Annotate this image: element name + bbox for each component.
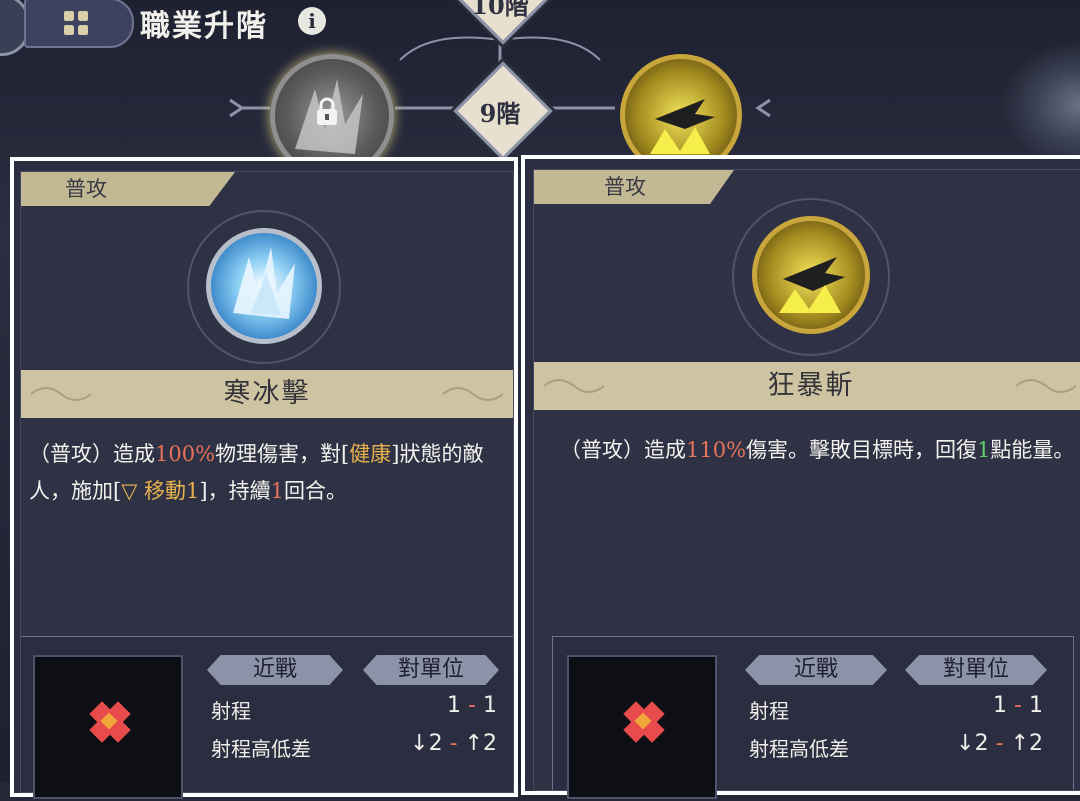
range-pattern-icon	[623, 701, 665, 743]
skill-card-right[interactable]: 普攻 狂暴斬 （普攻）造成110%傷害。擊敗目標時，回復1點能量。 近戰 對單位…	[521, 155, 1080, 799]
damage-value: 110%	[686, 438, 747, 462]
desc-text: （普攻）造成	[29, 442, 155, 466]
target-type-pill: 對單位	[363, 655, 499, 685]
skill-description: （普攻）造成110%傷害。擊敗目標時，回復1點能量。	[560, 432, 1076, 469]
status-keyword: 健康	[349, 442, 392, 466]
desc-text: 傷害。擊敗目標時，回復	[746, 438, 978, 462]
height-min: ↓2	[410, 731, 443, 756]
tier-label-10: 10階	[471, 0, 529, 20]
range-label: 射程	[749, 699, 789, 723]
range-label: 射程	[211, 699, 251, 723]
range-pattern-icon	[89, 701, 131, 743]
skill-type-tag: 普攻	[21, 172, 235, 206]
berserk-slash-skill-icon	[752, 216, 870, 334]
attack-type-pill: 近戰	[745, 655, 887, 685]
range-min: 1	[447, 693, 462, 718]
skill-name: 狂暴斬	[767, 370, 855, 401]
skill-type-tag: 普攻	[534, 170, 734, 204]
height-diff-label: 射程高低差	[749, 737, 849, 761]
height-diff-label: 射程高低差	[211, 737, 311, 761]
desc-text: 點能量。	[990, 438, 1075, 462]
height-max: ↑2	[1010, 731, 1043, 756]
stats-panel: 近戰 對單位 射程 1 - 1 射程高低差 ↓2 - ↑2	[552, 636, 1074, 799]
range-grid	[567, 655, 717, 799]
height-min: ↓2	[956, 731, 989, 756]
height-max: ↑2	[464, 731, 497, 756]
skill-name-band: 狂暴斬	[534, 362, 1080, 410]
tier-label-9: 9階	[479, 99, 521, 128]
range-value: 1 - 1	[447, 693, 497, 718]
ice-crystal-icon	[233, 247, 295, 319]
desc-text: ]，持續	[199, 479, 271, 503]
skill-name: 寒冰擊	[223, 378, 311, 409]
desc-text: （普攻）造成	[560, 438, 686, 462]
damage-value: 100%	[155, 442, 216, 466]
skill-description: （普攻）造成100%物理傷害，對[健康]狀態的敵人，施加[▽ 移動1]，持續1回…	[29, 436, 509, 510]
debuff-keyword: ▽ 移動1	[121, 479, 200, 503]
energy-value: 1	[977, 438, 991, 462]
desc-text: 回合。	[283, 479, 347, 503]
height-diff-value: ↓2 - ↑2	[410, 731, 497, 756]
skill-card-left[interactable]: 普攻 寒冰擊 （普攻）造成100%物理傷害，對[健康]狀態的敵人，施加[▽ 移動…	[10, 157, 518, 799]
range-max: 1	[1029, 693, 1043, 718]
range-max: 1	[483, 693, 497, 718]
range-min: 1	[993, 693, 1008, 718]
ice-crystal-skill-icon	[206, 228, 322, 344]
lock-icon	[317, 97, 337, 125]
duration-value: 1	[270, 479, 284, 503]
skill-tree-connectors	[229, 36, 771, 118]
skill-name-band: 寒冰擊	[21, 370, 513, 418]
height-diff-value: ↓2 - ↑2	[956, 731, 1043, 756]
attack-type-pill: 近戰	[207, 655, 343, 685]
desc-text: 物理傷害，對[	[215, 442, 350, 466]
target-type-pill: 對單位	[905, 655, 1047, 685]
stats-panel: 近戰 對單位 射程 1 - 1 射程高低差 ↓2 - ↑2	[21, 636, 513, 799]
range-grid	[33, 655, 183, 799]
berserk-slash-icon	[779, 257, 845, 313]
range-value: 1 - 1	[993, 693, 1043, 718]
